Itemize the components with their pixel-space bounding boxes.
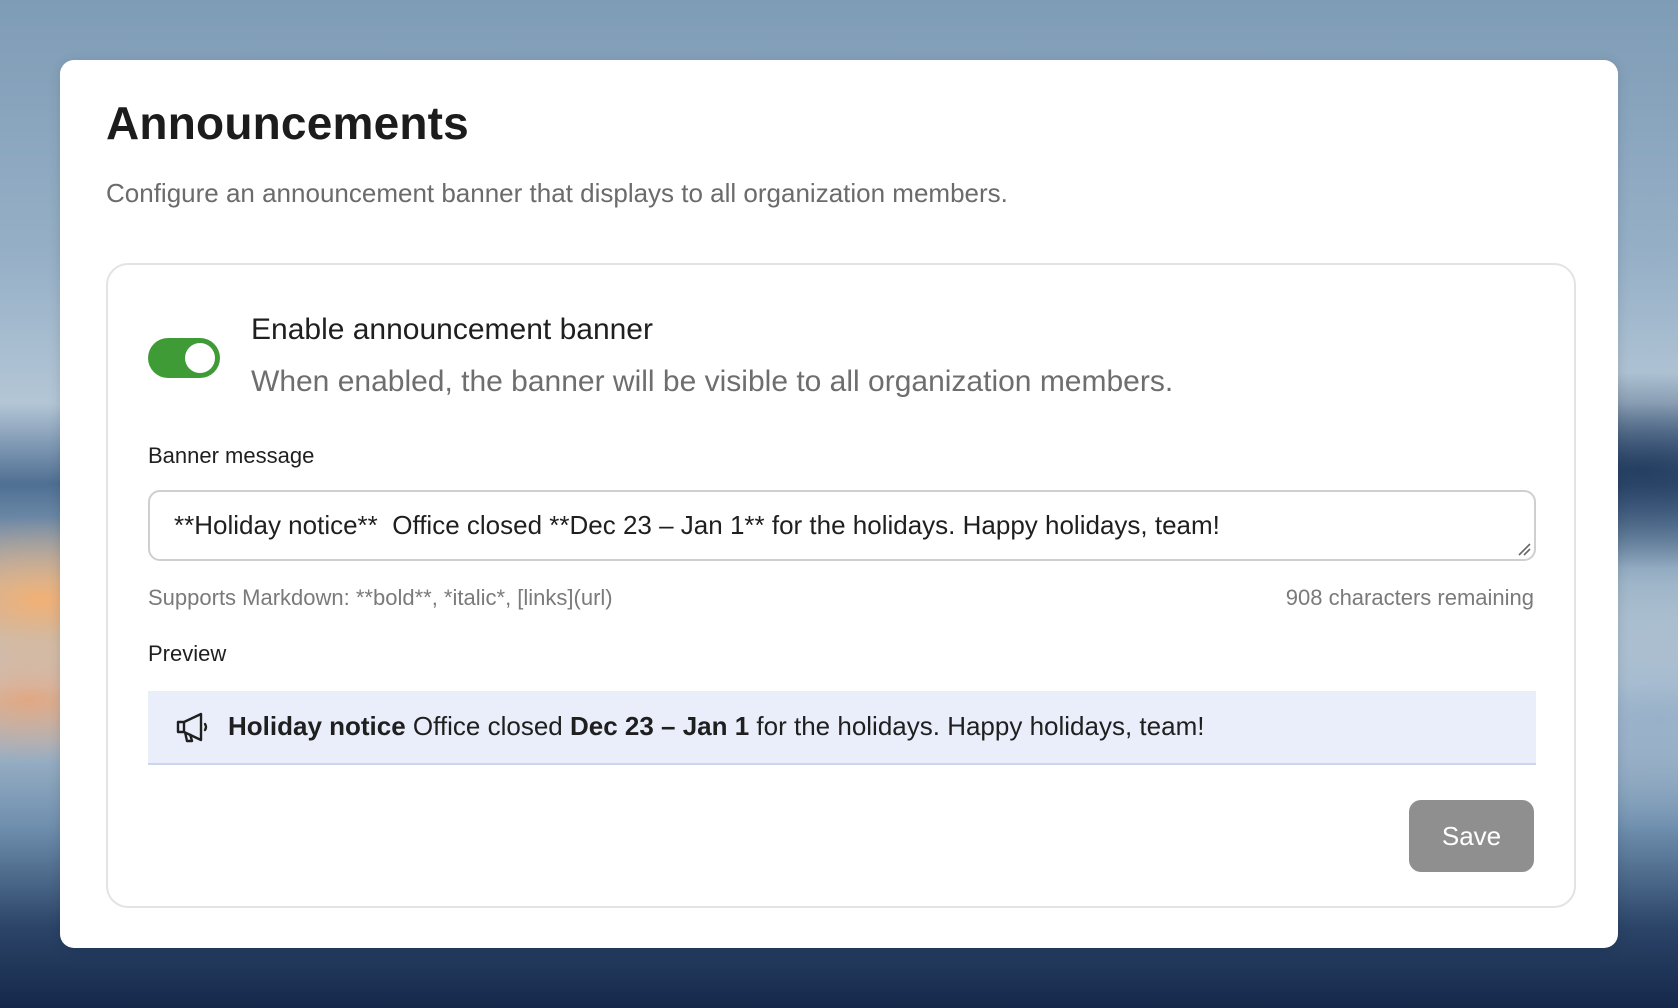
preview-label: Preview: [148, 641, 227, 666]
save-button[interactable]: Save: [1409, 800, 1534, 872]
banner-preview: Holiday notice Office closed Dec 23 – Ja…: [148, 691, 1536, 765]
banner-message-value: **Holiday notice** Office closed **Dec 2…: [174, 510, 1220, 540]
resize-grip-icon[interactable]: [1517, 542, 1531, 556]
characters-remaining: 908 characters remaining: [1285, 585, 1534, 610]
enable-banner-toggle[interactable]: [148, 338, 220, 378]
preview-text: Office closed: [405, 711, 570, 741]
preview-bold-text: Holiday notice: [228, 711, 406, 741]
toggle-description: When enabled, the banner will be visible…: [251, 365, 1174, 398]
preview-text: for the holidays. Happy holidays, team!: [749, 711, 1205, 741]
toggle-title: Enable announcement banner: [251, 313, 653, 346]
banner-message-textarea[interactable]: **Holiday notice** Office closed **Dec 2…: [148, 490, 1536, 561]
megaphone-icon: [176, 712, 208, 743]
announcements-card: Announcements Configure an announcement …: [60, 60, 1618, 948]
markdown-hint: Supports Markdown: **bold**, *italic*, […: [148, 585, 613, 610]
page-title: Announcements: [106, 97, 469, 149]
page-subtitle: Configure an announcement banner that di…: [106, 178, 1008, 208]
banner-message-label: Banner message: [148, 443, 315, 468]
preview-message: Holiday notice Office closed Dec 23 – Ja…: [228, 711, 1204, 742]
preview-bold-text: Dec 23 – Jan 1: [569, 711, 750, 741]
banner-settings-panel: Enable announcement banner When enabled,…: [106, 263, 1576, 908]
toggle-knob: [185, 343, 215, 373]
